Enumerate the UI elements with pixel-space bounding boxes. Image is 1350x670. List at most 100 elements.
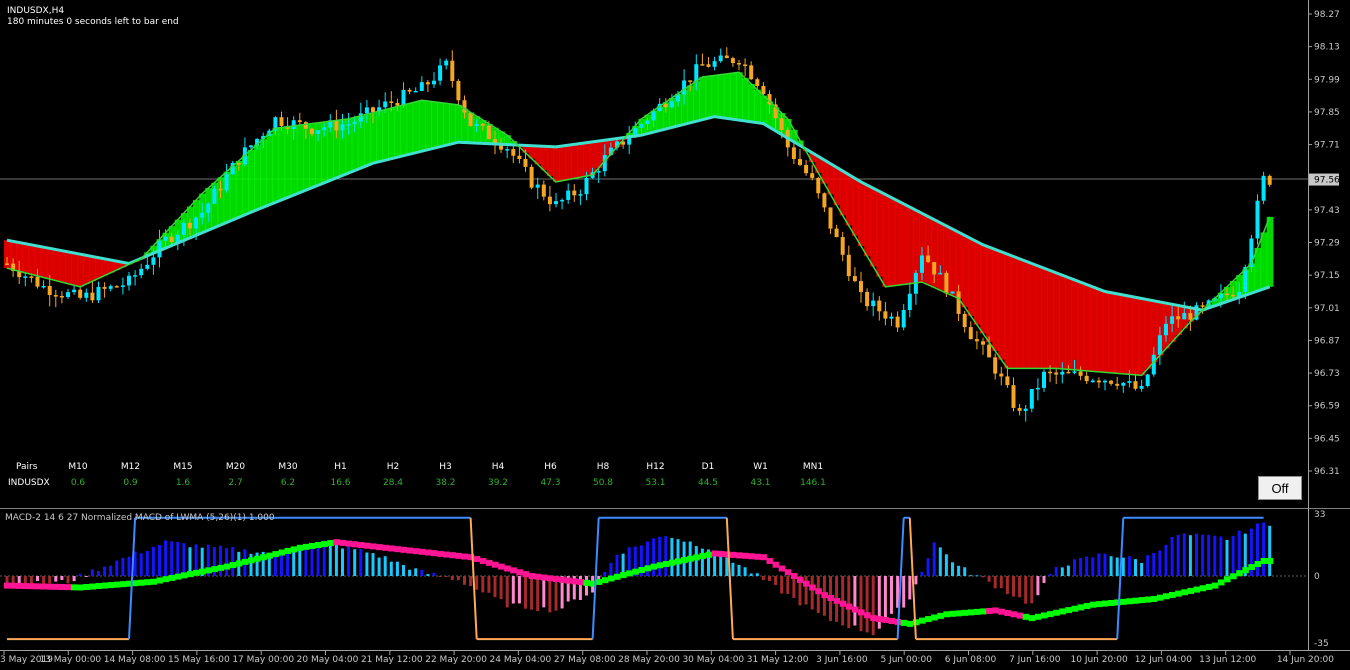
candle-body: [236, 162, 241, 165]
signal-segment: [1144, 596, 1152, 603]
cloud-segment: [577, 143, 585, 178]
cloud-segment: [723, 73, 731, 119]
macd-bar: [932, 542, 936, 576]
candle-body: [883, 311, 888, 319]
candle-body: [1127, 381, 1132, 383]
candle-body: [1084, 375, 1089, 382]
macd-bar: [1201, 534, 1205, 576]
signal-segment: [546, 575, 554, 582]
candle-body: [474, 124, 479, 126]
cloud-segment: [876, 191, 883, 277]
macd-bar: [499, 576, 503, 600]
signal-segment: [254, 555, 261, 562]
macd-bar: [1048, 573, 1052, 576]
timeframe-header: H2: [387, 462, 400, 472]
signal-segment: [748, 553, 755, 560]
signal-segment: [132, 580, 139, 587]
cloud-segment: [89, 256, 97, 282]
candle-body: [871, 300, 876, 307]
signal-segment: [1169, 591, 1176, 598]
macd-bar: [542, 576, 546, 608]
signal-segment: [461, 553, 469, 560]
candle-body: [303, 122, 308, 129]
timeframe-header: M20: [226, 462, 245, 472]
signal-segment: [736, 552, 743, 559]
candle-body: [755, 79, 760, 87]
candle-body: [1096, 380, 1101, 383]
signal-segment: [858, 609, 865, 616]
macd-bar: [1109, 556, 1113, 576]
candle-body: [1017, 407, 1022, 411]
cloud-segment: [260, 139, 267, 208]
candle-body: [1267, 175, 1272, 185]
signal-segment: [119, 581, 127, 588]
macd-bar: [359, 548, 363, 576]
macd-bar: [981, 576, 985, 578]
candle-body: [41, 285, 46, 288]
candle-body: [1072, 371, 1077, 373]
cloud-segment: [1047, 270, 1054, 369]
macd-bar: [853, 576, 857, 626]
candle-body: [212, 188, 217, 204]
signal-segment: [1132, 597, 1140, 604]
candle-body: [987, 344, 992, 358]
signal-segment: [559, 576, 566, 583]
macd-bar: [1188, 535, 1192, 576]
signal-segment: [607, 575, 615, 582]
candle-body: [877, 300, 882, 312]
signal-segment: [345, 540, 353, 547]
macd-bar: [963, 567, 967, 576]
macd-histogram: [5, 522, 1272, 636]
signal-segment: [363, 542, 371, 549]
candle-body: [791, 147, 796, 160]
macd-bar: [164, 540, 168, 576]
off-button[interactable]: Off: [1258, 476, 1302, 500]
candle-body: [96, 286, 101, 301]
macd-bar: [505, 576, 509, 608]
candle-body: [1121, 382, 1126, 386]
macd-bar: [664, 536, 668, 576]
price-tick-label: 97.43: [1314, 206, 1340, 216]
cloud-segment: [760, 95, 768, 124]
macd-bar: [1268, 525, 1272, 576]
signal-segment: [95, 583, 103, 590]
signal-segment: [949, 610, 957, 617]
macd-bar: [389, 561, 393, 576]
signal-segment: [162, 576, 170, 583]
macd-bar: [1103, 553, 1107, 576]
signal-segment: [675, 558, 682, 565]
timeframe-header: M10: [68, 462, 87, 472]
candle-body: [371, 107, 375, 112]
macd-bar: [993, 576, 997, 589]
candle-body: [822, 193, 827, 208]
candle-body: [151, 257, 156, 265]
candle-body: [505, 149, 510, 151]
cloud-segment: [1016, 258, 1024, 369]
candle-body: [1176, 316, 1181, 320]
cloud-segment: [1114, 293, 1121, 374]
candle-body: [889, 316, 894, 319]
signal-segment: [485, 559, 493, 566]
signal-segment: [778, 565, 786, 572]
candle-body: [956, 291, 961, 314]
signal-segment: [833, 597, 841, 604]
macd-bar: [944, 554, 948, 576]
candle-body: [120, 285, 125, 287]
signal-segment: [1254, 561, 1262, 568]
candle-body: [541, 184, 546, 197]
cloud-segment: [443, 103, 450, 146]
signal-segment: [1126, 598, 1133, 605]
signal-segment: [742, 552, 749, 559]
signal-segment: [851, 606, 859, 613]
candle-body: [90, 292, 95, 301]
candle-body: [480, 124, 485, 126]
candle-body: [5, 263, 9, 265]
signal-segment: [211, 566, 218, 573]
cloud-segment: [22, 243, 29, 273]
signal-segment: [272, 551, 279, 558]
macd-bar: [1115, 557, 1119, 576]
cloud-segment: [1059, 275, 1066, 369]
signal-segment: [479, 557, 487, 564]
signal-segment: [711, 550, 719, 557]
candle-body: [749, 65, 754, 80]
